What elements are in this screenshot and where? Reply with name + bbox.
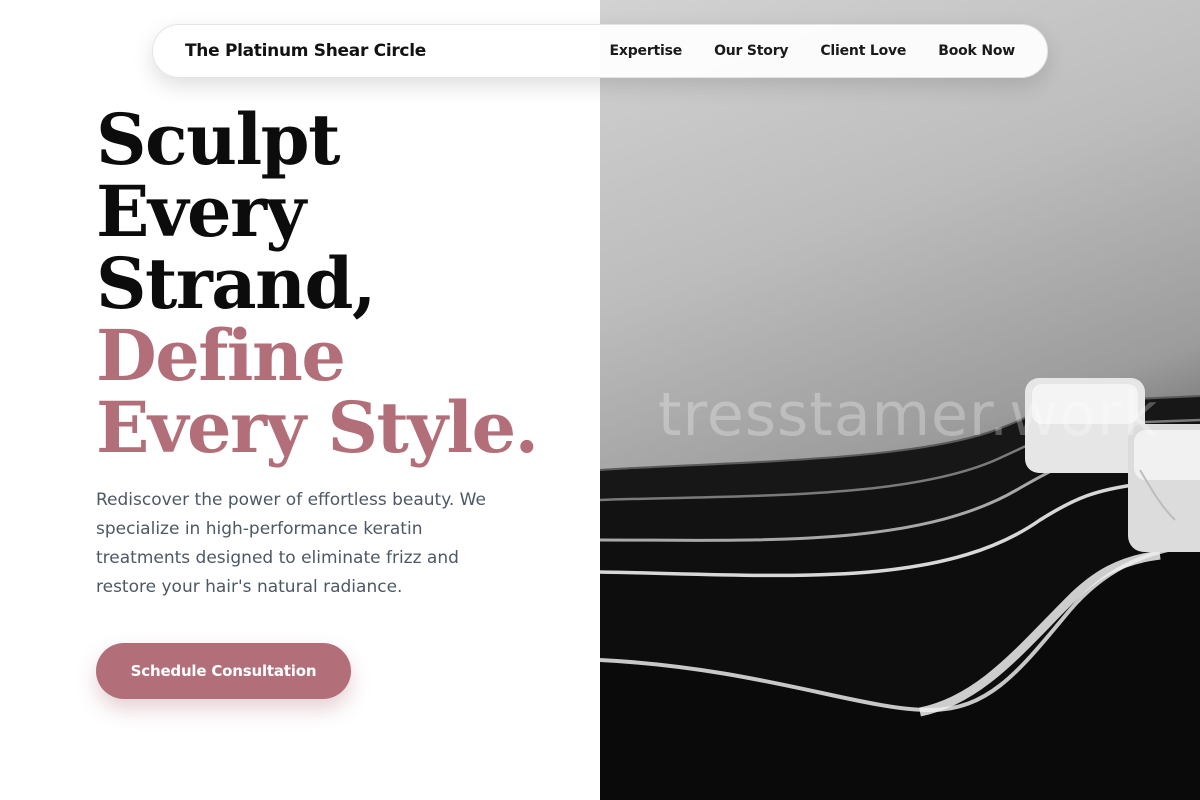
nav-links: Expertise Our Story Client Love Book Now: [610, 43, 1016, 59]
headline-line: Every: [96, 170, 306, 253]
watermark-text: tresstamer.work: [658, 380, 1159, 450]
hero-photo: tresstamer.work: [600, 0, 1200, 800]
headline-accent-line: Define: [96, 314, 346, 397]
nav-link-client-love[interactable]: Client Love: [820, 43, 906, 59]
schedule-consultation-button[interactable]: Schedule Consultation: [96, 643, 351, 699]
headline-line: Sculpt: [96, 98, 340, 181]
headline-accent-line: Every Style.: [96, 386, 539, 469]
nav-link-book-now[interactable]: Book Now: [938, 43, 1015, 59]
top-navigation: The Platinum Shear Circle Expertise Our …: [152, 24, 1048, 78]
headline-line: Strand,: [96, 242, 376, 325]
nav-link-expertise[interactable]: Expertise: [610, 43, 683, 59]
nav-link-our-story[interactable]: Our Story: [714, 43, 788, 59]
landing-page: tresstamer.work The Platinum Shear Circl…: [0, 0, 1200, 800]
hero-headline: Sculpt Every Strand, Define Every Style.: [96, 98, 539, 469]
hero-description: Rediscover the power of effortless beaut…: [96, 490, 486, 597]
brand-logo-text[interactable]: The Platinum Shear Circle: [185, 41, 426, 61]
